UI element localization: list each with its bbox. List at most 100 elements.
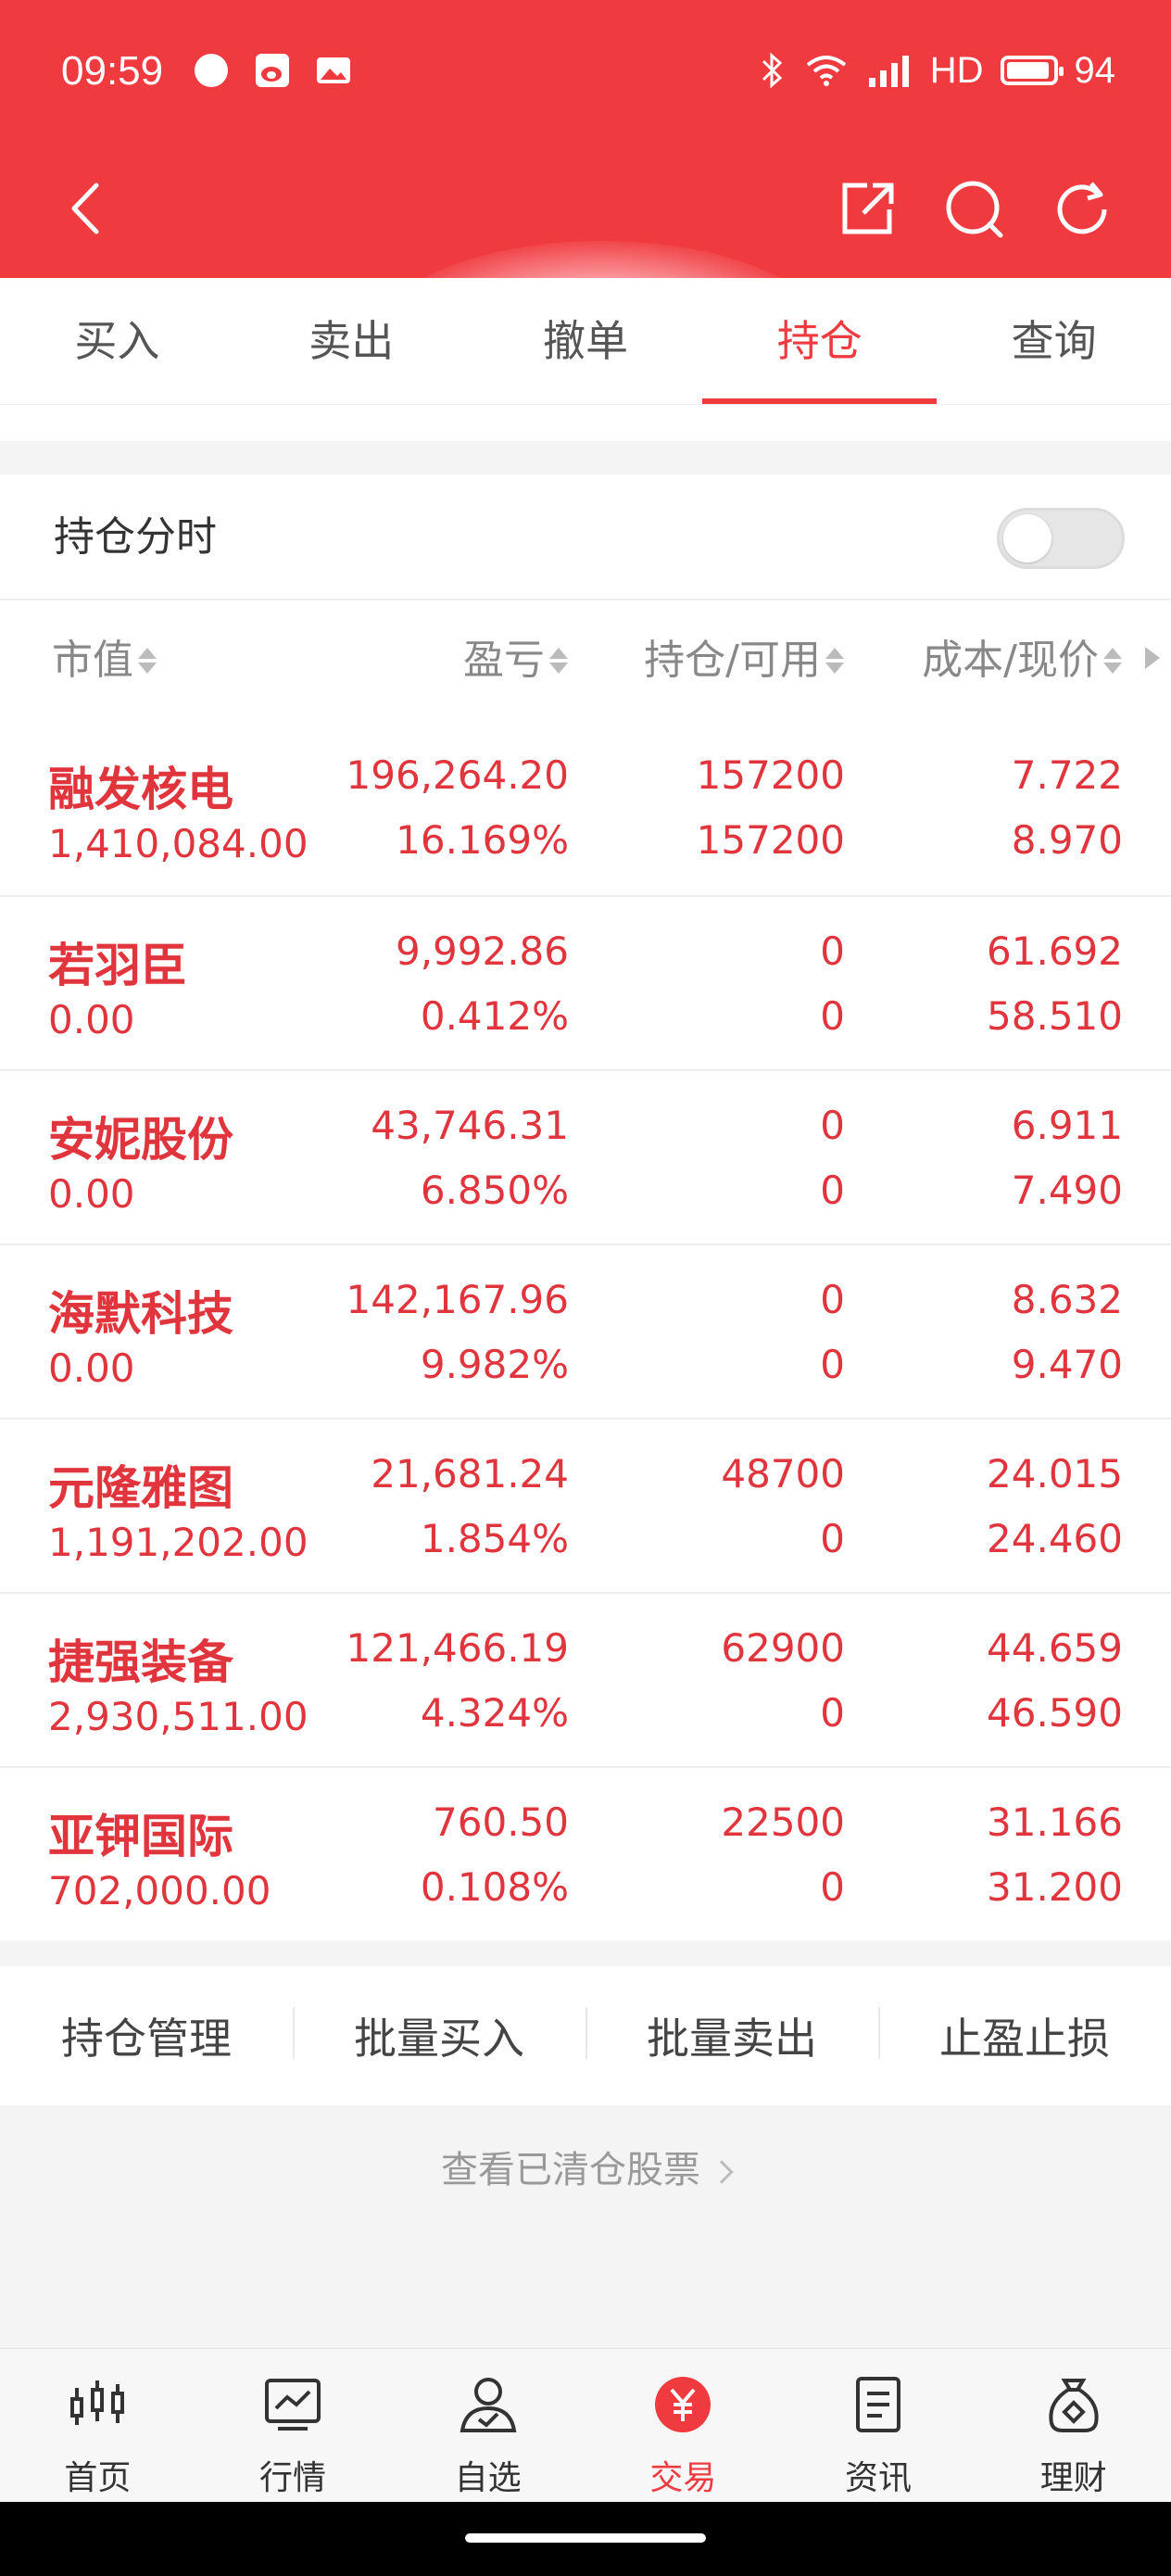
holding-intraday-label: 持仓分时 <box>54 513 217 561</box>
column-header-holding[interactable]: 持仓/可用 <box>644 600 845 721</box>
holding-qty: 157200 <box>696 752 845 798</box>
market-value: 0.00 <box>48 1171 135 1217</box>
toggle-knob <box>1003 514 1051 562</box>
stock-name: 若羽臣 <box>48 939 187 992</box>
scroll-right-arrow-icon[interactable] <box>1145 647 1160 669</box>
market-value: 1,191,202.00 <box>48 1520 308 1565</box>
nav-label: 行情 <box>259 2459 327 2497</box>
nav-label: 首页 <box>64 2459 132 2497</box>
status-right: HD 94 <box>758 44 1115 96</box>
available-qty: 0 <box>820 1864 845 1910</box>
available-qty: 0 <box>820 1168 845 1213</box>
current-price: 8.970 <box>1011 817 1123 863</box>
nav-news[interactable]: 资讯 <box>781 2349 976 2502</box>
holding-row[interactable]: 亚钾国际 702,000.00 760.50 0.108% 22500 0 31.166 31… <box>0 1766 1171 1940</box>
tab-query[interactable]: 查询 <box>937 278 1171 404</box>
pnl-amount: 121,466.19 <box>346 1625 569 1671</box>
document-icon <box>856 2377 901 2432</box>
table-header: 市值 盈亏 持仓/可用 成本/现价 <box>0 600 1171 721</box>
cleared-stocks-link[interactable]: 查看已清仓股票 <box>0 2133 1171 2207</box>
column-header-label: 持仓/可用 <box>644 637 821 684</box>
stock-name: 捷强装备 <box>48 1635 233 1689</box>
candlestick-icon <box>70 2380 125 2425</box>
nav-home[interactable]: 首页 <box>0 2349 195 2502</box>
column-header-label: 成本/现价 <box>922 637 1099 684</box>
current-price: 46.590 <box>987 1690 1123 1736</box>
sort-icon <box>825 642 845 679</box>
nav-wealth[interactable]: 理财 <box>976 2349 1171 2502</box>
tab-cancel-order[interactable]: 撤单 <box>469 278 703 404</box>
holding-qty: 0 <box>820 928 845 974</box>
pnl-percent: 1.854% <box>420 1516 569 1561</box>
holding-row[interactable]: 捷强装备 2,930,511.00 121,466.19 4.324% 62900 0 44… <box>0 1592 1171 1766</box>
market-value: 2,930,511.00 <box>48 1694 308 1739</box>
holding-row[interactable]: 元隆雅图 1,191,202.00 21,681.24 1.854% 48700 0 24.… <box>0 1418 1171 1592</box>
available-qty: 0 <box>820 993 845 1039</box>
cost-price: 44.659 <box>987 1625 1123 1671</box>
cleared-stocks-label: 查看已清仓股票 <box>441 2149 700 2191</box>
pnl-percent: 6.850% <box>420 1168 569 1213</box>
batch-buy-button[interactable]: 批量买入 <box>293 2005 586 2066</box>
wifi-icon <box>806 56 846 86</box>
nav-trade[interactable]: 交易 <box>586 2349 781 2502</box>
app-header: 09:59 HD 94 <box>0 0 1171 426</box>
column-header-cost-price[interactable]: 成本/现价 <box>922 600 1123 721</box>
holding-row[interactable]: 若羽臣 0.00 9,992.86 0.412% 0 0 61.692 58.510 <box>0 895 1171 1069</box>
share-icon[interactable] <box>830 172 904 246</box>
pnl-percent: 16.169% <box>396 817 569 863</box>
signal-icon <box>868 56 909 87</box>
current-price: 9.470 <box>1011 1342 1123 1387</box>
pnl-percent: 4.324% <box>420 1690 569 1736</box>
cost-price: 31.166 <box>987 1799 1123 1845</box>
column-header-pnl[interactable]: 盈亏 <box>463 600 569 721</box>
back-arrow-icon[interactable] <box>56 176 120 241</box>
column-header-label: 市值 <box>52 637 133 684</box>
cost-price: 61.692 <box>987 928 1123 974</box>
available-qty: 0 <box>820 1342 845 1387</box>
pnl-amount: 196,264.20 <box>346 752 569 798</box>
home-indicator[interactable] <box>465 2533 706 2543</box>
holding-row[interactable]: 海默科技 0.00 142,167.96 9.982% 0 0 8.632 9.470 <box>0 1244 1171 1418</box>
holding-intraday-toggle[interactable] <box>997 508 1125 569</box>
stop-profit-loss-button[interactable]: 止盈止损 <box>878 2005 1171 2066</box>
holding-row[interactable]: 安妮股份 0.00 43,746.31 6.850% 0 0 6.911 7.490 <box>0 1069 1171 1244</box>
battery-icon <box>1000 56 1064 85</box>
tab-buy[interactable]: 买入 <box>0 278 234 404</box>
tab-holdings[interactable]: 持仓 <box>702 278 937 404</box>
search-icon[interactable] <box>938 172 1012 246</box>
batch-sell-button[interactable]: 批量卖出 <box>586 2005 878 2066</box>
refresh-icon[interactable] <box>1045 172 1119 246</box>
cost-price: 8.632 <box>1011 1277 1123 1322</box>
current-price: 24.460 <box>987 1516 1123 1561</box>
cost-price: 24.015 <box>987 1451 1123 1496</box>
available-qty: 0 <box>820 1516 845 1561</box>
status-time: 09:59 <box>61 48 164 94</box>
market-value: 1,410,084.00 <box>48 821 308 866</box>
stock-name: 亚钾国际 <box>48 1810 233 1863</box>
chat-bubble-icon <box>195 54 228 87</box>
nav-label: 交易 <box>649 2459 717 2497</box>
available-qty: 0 <box>820 1690 845 1736</box>
holdings-list: 融发核电 1,410,084.00 196,264.20 16.169% 157200 1… <box>0 721 1171 1940</box>
holding-manage-button[interactable]: 持仓管理 <box>0 2005 293 2066</box>
stock-name: 元隆雅图 <box>48 1461 233 1515</box>
nav-market[interactable]: 行情 <box>195 2349 391 2502</box>
nav-watchlist[interactable]: 自选 <box>390 2349 586 2502</box>
sort-icon <box>1102 642 1123 679</box>
pnl-percent: 0.108% <box>420 1864 569 1910</box>
yen-icon <box>655 2377 711 2432</box>
tab-sell[interactable]: 卖出 <box>234 278 469 404</box>
pnl-amount: 43,746.31 <box>371 1103 569 1148</box>
battery-fill <box>1006 62 1049 79</box>
market-value: 0.00 <box>48 1345 135 1391</box>
market-chart-icon <box>265 2379 321 2431</box>
bluetooth-icon <box>762 52 782 89</box>
cost-price: 6.911 <box>1011 1103 1123 1148</box>
holding-row[interactable]: 融发核电 1,410,084.00 196,264.20 16.169% 157200 1… <box>0 721 1171 895</box>
column-header-market-value[interactable]: 市值 <box>52 600 157 721</box>
market-value: 0.00 <box>48 997 135 1042</box>
user-check-icon <box>460 2378 517 2432</box>
holding-qty: 0 <box>820 1277 845 1322</box>
nav-label: 自选 <box>454 2459 522 2497</box>
market-value: 702,000.00 <box>48 1868 271 1913</box>
